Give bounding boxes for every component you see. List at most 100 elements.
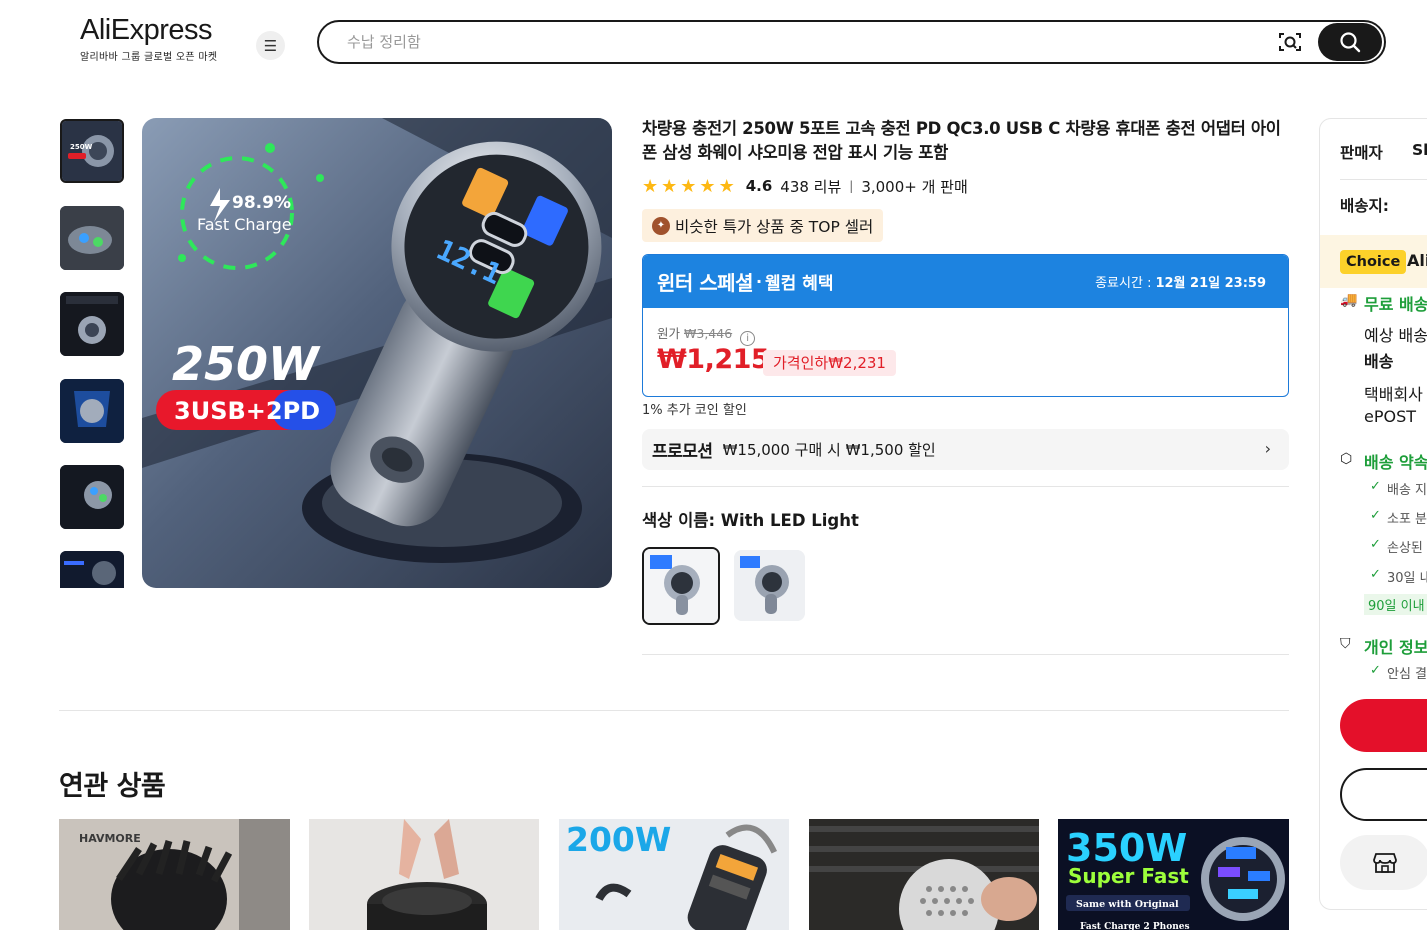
sold-count: 3,000+ 개 판매 (861, 177, 968, 196)
thumbnail-1[interactable]: 250W (60, 119, 124, 183)
divider (642, 486, 1289, 487)
promotion-text: ₩15,000 구매 시 ₩1,500 할인 (722, 441, 936, 459)
logo-text: AliExpress (80, 14, 213, 46)
charge-percent: 98.9% (232, 193, 291, 213)
related-product-1[interactable]: HAVMORE (59, 819, 290, 930)
seller-label: 판매자 (1340, 144, 1383, 162)
truck-icon: 🚚 (1340, 292, 1358, 308)
thumbnail-5[interactable] (60, 465, 124, 529)
wattage-label: 250W (172, 337, 321, 391)
product-image (809, 819, 1039, 930)
color-swatch-2[interactable] (734, 550, 805, 621)
check-icon: ✓ (1370, 479, 1381, 494)
top-seller-badge: ✦ 비슷한 특가 상품 중 TOP 셀러 (642, 209, 884, 242)
buy-now-button[interactable] (1340, 699, 1427, 752)
thumbnail-6[interactable] (60, 551, 124, 588)
related-product-4[interactable] (809, 819, 1039, 930)
divider (642, 654, 1289, 655)
logo-tagline: 알리바바 그룹 글로벌 오픈 마켓 (80, 52, 218, 63)
promise-item-4: 30일 내 (1387, 571, 1427, 586)
swatch-image (644, 549, 718, 623)
divider (1340, 179, 1427, 180)
price-drop-badge: 가격인하₩2,231 (763, 350, 896, 376)
thumbnail-image (60, 206, 124, 270)
product-image: HAVMORE (59, 819, 290, 930)
thumbnail-4[interactable] (60, 379, 124, 443)
half-star-icon: ★ (718, 175, 735, 197)
promise-item-5: 90일 이내 (1364, 594, 1427, 615)
menu-button[interactable]: ☰ (256, 31, 285, 60)
hamburger-icon: ☰ (263, 36, 278, 55)
choice-ali-text: Ali (1407, 251, 1427, 270)
wattage-label: 200W (566, 820, 671, 859)
coin-discount: 1% 추가 코인 할인 (642, 403, 747, 418)
thumbnail-2[interactable] (60, 206, 124, 270)
courier-label: 택배회사 (1364, 385, 1423, 404)
product-title: 차량용 충전기 250W 5포트 고속 충전 PD QC3.0 USB C 차량… (642, 119, 1281, 162)
promo-title: 윈터 스페셜 (657, 271, 753, 295)
search-input[interactable] (347, 30, 1247, 54)
thumbnail-3[interactable] (60, 292, 124, 356)
product-image (309, 819, 539, 930)
aliexpress-logo[interactable]: AliExpress 알리바바 그룹 글로벌 오픈 마켓 (80, 14, 240, 66)
related-product-2[interactable] (309, 819, 539, 930)
thumbnail-image (60, 465, 124, 529)
courier-value: ePOST (1364, 407, 1417, 426)
choice-badge: Choice (1340, 250, 1407, 274)
fast-charge-phones-label: Fast Charge 2 Phones (1080, 922, 1190, 930)
review-count[interactable]: 438 리뷰 (780, 176, 841, 197)
related-product-5[interactable]: 350W Super Fast Same with Original Fast … (1058, 819, 1289, 930)
promotion-row[interactable]: 프로모션 ₩15,000 구매 시 ₩1,500 할인 › (642, 429, 1289, 470)
check-icon: ✓ (1370, 663, 1381, 678)
svg-text:250W: 250W (70, 143, 93, 151)
ports-label: 3USB+2PD (174, 397, 320, 425)
rating-row: ★ ★ ★ ★ ★ 4.6 438 리뷰 | 3,000+ 개 판매 (642, 175, 968, 197)
promotion-label: 프로모션 (652, 442, 713, 462)
add-to-cart-button[interactable] (1340, 768, 1427, 821)
original-price-label: 원가 (657, 326, 681, 341)
chevron-right-icon: › (1264, 439, 1271, 458)
thumbnail-image: 250W (62, 121, 122, 181)
thumbnail-image (60, 379, 124, 443)
privacy-label[interactable]: 개인 정보 (1364, 634, 1427, 658)
divider: | (849, 179, 854, 193)
search-button[interactable] (1318, 23, 1382, 61)
search-bar (317, 20, 1386, 64)
color-name-label: 색상 이름: With LED Light (642, 511, 859, 530)
star-icon: ★ (661, 175, 678, 197)
original-price-value: ₩3,446 (684, 326, 733, 341)
choice-banner: Choice Ali (1320, 235, 1427, 288)
delivery-promise-label[interactable]: 배송 약속 (1364, 449, 1427, 473)
related-product-3[interactable]: 200W (559, 819, 789, 930)
section-divider (59, 710, 1289, 711)
related-products-title: 연관 상품 (59, 771, 166, 802)
promo-price-box: 윈터 스페셜 · 웰컴 혜택 종료시간 :12월 21일 23:59 원가 ₩3… (642, 254, 1289, 397)
shield-check-icon: ⛉ (1340, 636, 1351, 652)
ship-to-label[interactable]: 배송지: (1340, 194, 1389, 216)
free-shipping-label: 무료 배송 (1364, 295, 1427, 314)
star-icon: ★ (680, 175, 697, 197)
sale-price: ₩1,215 (657, 344, 770, 375)
promo-header: 윈터 스페셜 · 웰컴 혜택 종료시간 :12월 21일 23:59 (643, 255, 1288, 308)
check-icon: ✓ (1370, 567, 1381, 582)
color-swatch-led[interactable] (642, 547, 720, 625)
star-icon: ★ (642, 175, 659, 197)
check-icon: ✓ (1370, 508, 1381, 523)
original-price: 원가 ₩3,446 i (657, 323, 756, 346)
thumbnail-image (60, 551, 124, 588)
camera-search-icon[interactable] (1278, 31, 1302, 53)
seller-name[interactable]: Sho (1412, 141, 1427, 159)
store-button[interactable] (1340, 835, 1427, 890)
promise-item-3: 손상된 (1387, 541, 1423, 556)
eta-value: 배송 (1364, 352, 1394, 371)
thumbnail-image (60, 292, 124, 356)
top-seller-text: 비슷한 특가 상품 중 TOP 셀러 (675, 217, 874, 236)
brand-label: HAVMORE (79, 832, 141, 845)
product-image: 200W (559, 819, 789, 930)
swatch-image (734, 550, 805, 621)
main-product-image[interactable]: 98.9% Fast Charge 250W 3USB+2PD 12.1 (142, 118, 612, 588)
star-icon: ★ (699, 175, 716, 197)
medal-icon: ✦ (652, 216, 670, 235)
fast-charge-label: Fast Charge (197, 215, 292, 234)
store-icon (1373, 852, 1397, 873)
